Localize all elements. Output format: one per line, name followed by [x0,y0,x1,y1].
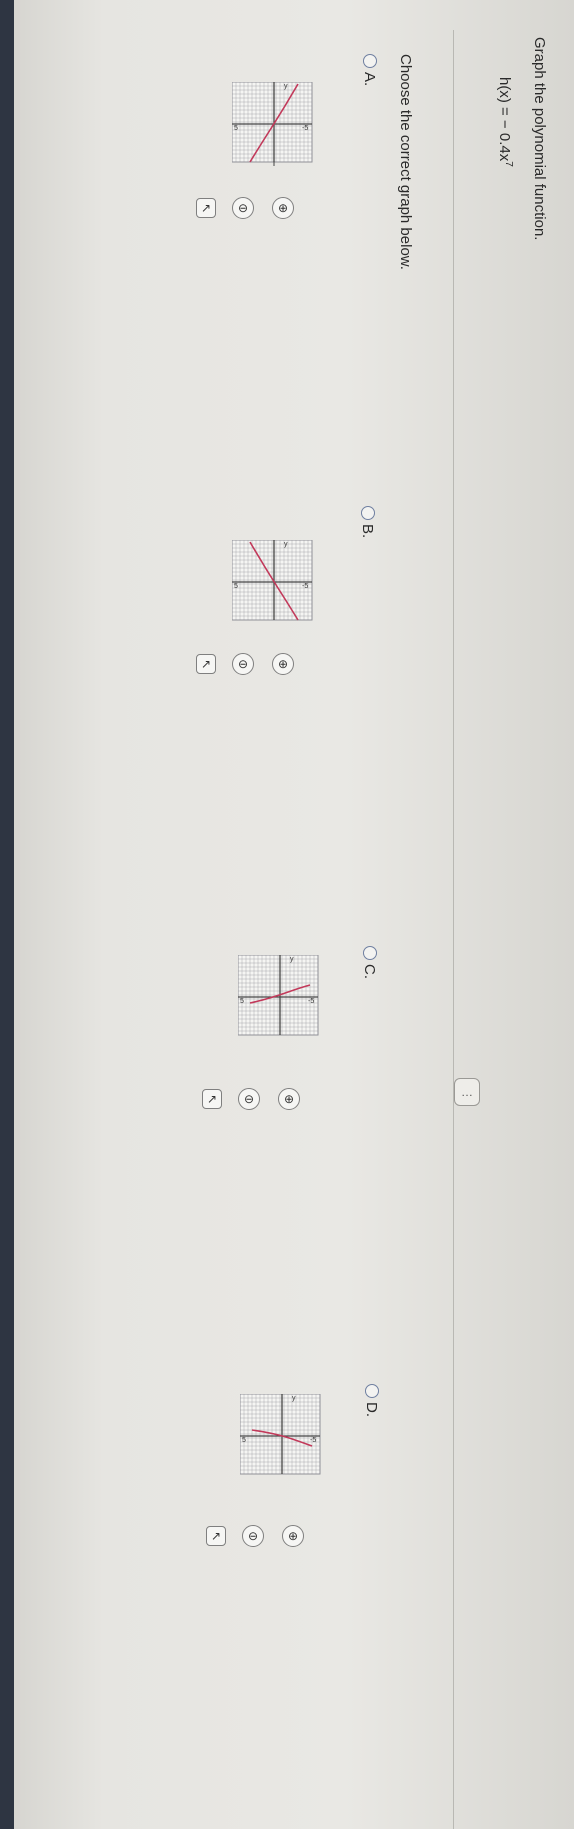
open-external-icon[interactable]: ↗ [196,654,216,674]
y-axis-label: y [284,83,288,90]
option-b-radio[interactable] [361,506,375,520]
zoom-in-icon[interactable]: ⊕ [282,1525,304,1547]
open-external-icon[interactable]: ↗ [202,1089,222,1109]
open-external-icon[interactable]: ↗ [196,198,216,218]
y-axis-label: y [290,956,294,963]
option-b[interactable]: B. [359,506,376,538]
graph-option-d: y 5 -5 [240,1394,321,1475]
tick-pos: 5 [240,998,244,1005]
tick-pos: 5 [242,1437,246,1444]
graph-option-c: y 5 -5 [238,955,319,1036]
graph-option-b: y 5 -5 [232,540,313,621]
section-divider [453,30,454,1829]
zoom-out-icon[interactable]: ⊖ [242,1525,264,1547]
problem-title: Graph the polynomial function. [531,37,548,241]
option-c[interactable]: C. [361,946,378,979]
tick-neg: -5 [302,125,308,132]
option-c-radio[interactable] [363,946,377,960]
page: … Graph the polynomial function. h(x) = … [0,0,574,1829]
option-d-radio[interactable] [365,1384,379,1398]
option-d-label: D. [363,1402,380,1417]
zoom-out-icon[interactable]: ⊖ [232,197,254,219]
graph-option-a: y 5 -5 [232,82,313,166]
zoom-in-icon[interactable]: ⊕ [272,653,294,675]
y-axis-label: y [292,1395,296,1402]
question-prompt: Choose the correct graph below. [397,54,414,270]
option-c-label: C. [361,964,378,979]
tick-pos: 5 [234,125,238,132]
tick-neg: -5 [302,583,308,590]
zoom-out-icon[interactable]: ⊖ [238,1088,260,1110]
tick-neg: -5 [310,1437,316,1444]
tick-neg: -5 [308,998,314,1005]
option-a-radio[interactable] [363,54,377,68]
function-expression: h(x) = − 0.4x7 [496,77,514,167]
more-button[interactable]: … [454,1078,480,1106]
option-a[interactable]: A. [361,54,378,86]
option-d[interactable]: D. [363,1384,380,1417]
function-lhs: h(x) = − 0.4x [496,77,513,162]
tick-pos: 5 [234,583,238,590]
function-exponent: 7 [503,161,514,167]
y-axis-label: y [284,541,288,548]
zoom-in-icon[interactable]: ⊕ [272,197,294,219]
open-external-icon[interactable]: ↗ [206,1526,226,1546]
zoom-out-icon[interactable]: ⊖ [232,653,254,675]
window-edge [0,0,14,1829]
option-b-label: B. [359,524,376,539]
option-a-label: A. [361,72,378,87]
zoom-in-icon[interactable]: ⊕ [278,1088,300,1110]
